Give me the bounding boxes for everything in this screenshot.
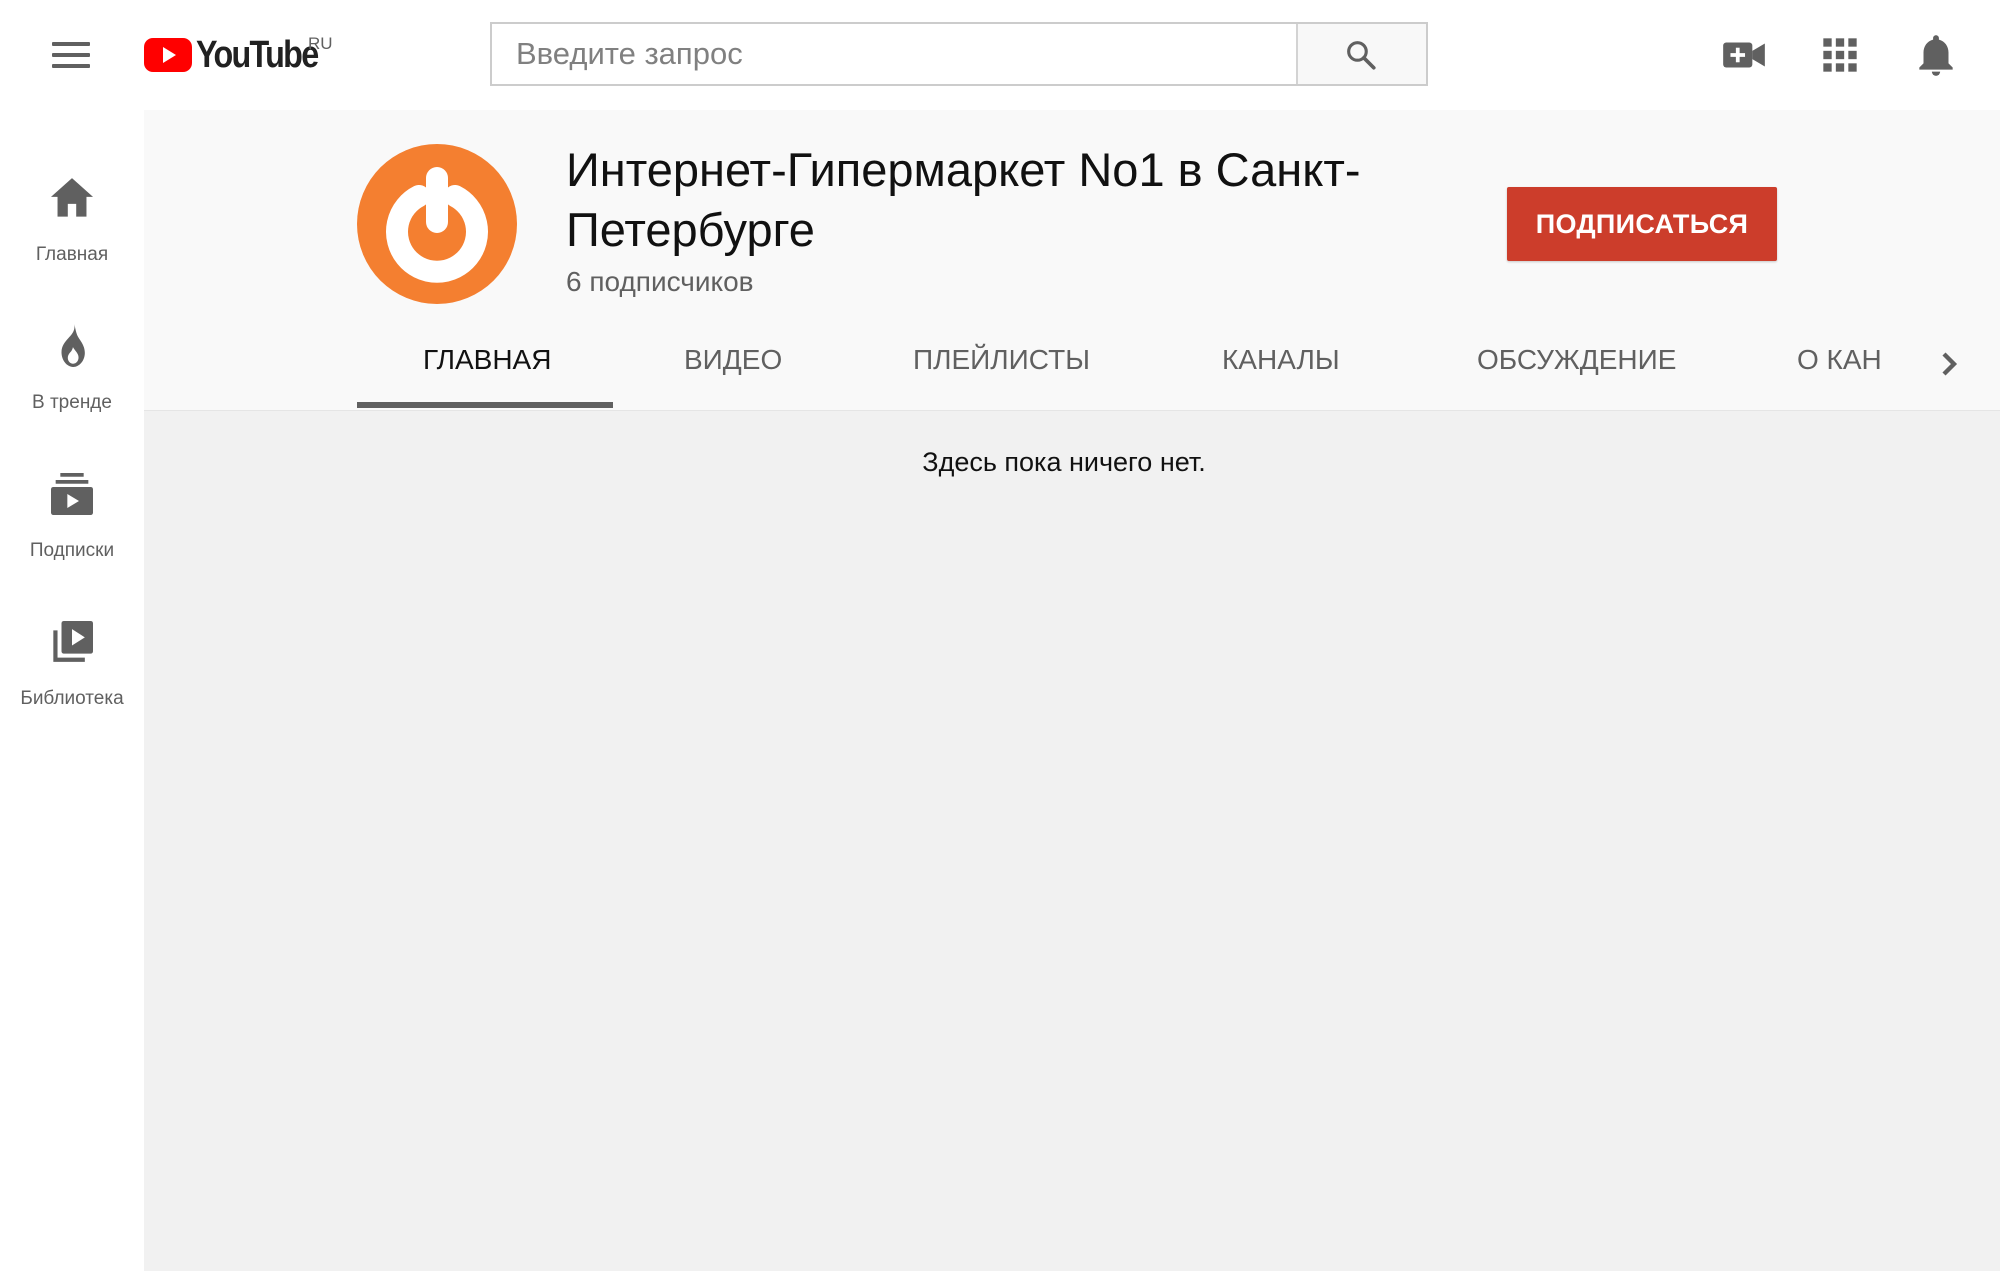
sidebar-item-label: Подписки [29, 540, 115, 561]
tab-discussion[interactable]: ОБСУЖДЕНИЕ [1477, 320, 1676, 406]
library-icon [44, 614, 100, 670]
empty-message: Здесь пока ничего нет. [144, 447, 2000, 478]
sidebar-item-library[interactable]: Библиотека [0, 584, 144, 732]
subscriber-count: 6 подписчиков [566, 266, 754, 297]
channel-title: Интернет-Гипермаркет No1 в Санкт-Петербу… [566, 143, 1361, 256]
sidebar: Главная В тренде Подписки Библиотека [0, 110, 144, 1270]
masthead: YouTube RU [0, 0, 2000, 110]
subscribe-button[interactable]: ПОДПИСАТЬСЯ [1507, 187, 1777, 261]
sidebar-item-home[interactable]: Главная [0, 140, 144, 288]
tab-videos[interactable]: ВИДЕО [684, 320, 782, 406]
logo-text: YouTube [196, 33, 319, 76]
flame-icon [44, 318, 100, 374]
search-button[interactable] [1296, 24, 1426, 84]
chevron-right-icon [1942, 352, 1958, 376]
power-icon [386, 167, 488, 283]
create-video-icon[interactable] [1719, 30, 1769, 80]
tabs-next-arrow[interactable] [1929, 344, 1969, 384]
sidebar-item-label: Главная [35, 244, 109, 265]
sidebar-item-label: В тренде [32, 392, 112, 413]
menu-icon[interactable] [44, 34, 98, 76]
search-icon [1347, 41, 1376, 70]
empty-message-text: Здесь пока ничего нет. [922, 447, 1206, 477]
notifications-bell-icon[interactable] [1911, 30, 1961, 80]
search-box [490, 22, 1428, 86]
region-label: RU [308, 34, 333, 53]
tab-playlists[interactable]: ПЛЕЙЛИСТЫ [913, 320, 1090, 406]
channel-content: Здесь пока ничего нет. [144, 410, 2000, 1271]
tab-channels[interactable]: КАНАЛЫ [1222, 320, 1340, 406]
sidebar-item-label: Библиотека [20, 688, 124, 709]
search-input[interactable] [492, 24, 1298, 84]
sidebar-item-subscriptions[interactable]: Подписки [0, 436, 144, 584]
subscriptions-icon [44, 466, 100, 522]
tab-home[interactable]: ГЛАВНАЯ [423, 320, 551, 406]
channel-tabs: ГЛАВНАЯ ВИДЕО ПЛЕЙЛИСТЫ КАНАЛЫ ОБСУЖДЕНИ… [357, 320, 1977, 410]
active-tab-indicator [357, 402, 613, 408]
tab-about-clip: О КАН [1797, 320, 1901, 406]
sidebar-item-trending[interactable]: В тренде [0, 288, 144, 436]
youtube-play-icon [144, 38, 192, 72]
home-icon [44, 170, 100, 226]
channel-avatar[interactable] [357, 144, 517, 304]
tab-about[interactable]: О КАН [1797, 320, 1882, 406]
apps-grid-icon[interactable] [1815, 30, 1865, 80]
